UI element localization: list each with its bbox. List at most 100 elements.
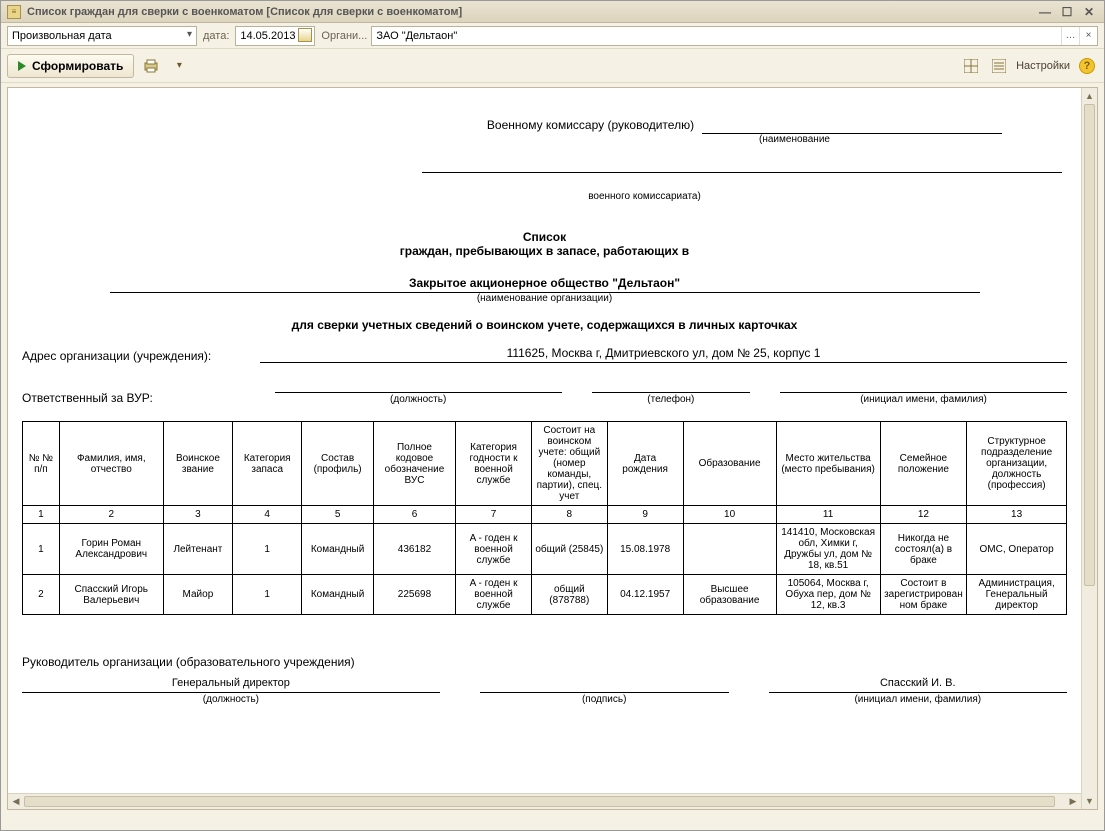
cell: Никогда не состоял(а) в браке [880, 524, 967, 575]
report-area: Военному комиссару (руководителю) (наиме… [7, 87, 1098, 810]
cell: Горин Роман Александрович [59, 524, 163, 575]
addressee-caption-1: (наименование [522, 134, 1067, 145]
close-button[interactable]: ✕ [1080, 4, 1098, 20]
head-signature-label: Руководитель организации (образовательно… [22, 655, 1067, 669]
cell: Командный [302, 524, 373, 575]
col-header: Состав (профиль) [302, 422, 373, 506]
col-number: 4 [233, 506, 302, 524]
org-name-caption: (наименование организации) [22, 293, 1067, 304]
scroll-right-arrow[interactable]: ▶ [1065, 794, 1081, 809]
cell: 1 [233, 524, 302, 575]
generate-button[interactable]: Сформировать [7, 54, 134, 78]
list-title: Список [523, 230, 566, 244]
col-header: Дата рождения [607, 422, 683, 506]
col-number: 12 [880, 506, 967, 524]
grid-icon[interactable] [960, 55, 982, 77]
org-input[interactable]: ЗАО "Дельтаон" … × [371, 26, 1098, 46]
toolbar: Сформировать ▾ Настройки ? [1, 49, 1104, 83]
generate-label: Сформировать [32, 59, 123, 73]
hscroll-thumb[interactable] [24, 796, 1055, 807]
cell: ОМС, Оператор [967, 524, 1067, 575]
col-number: 10 [683, 506, 776, 524]
sig-position-value: Генеральный директор [22, 677, 440, 693]
vertical-scrollbar[interactable]: ▲ ▼ [1081, 88, 1097, 809]
cell: 225698 [373, 575, 455, 615]
horizontal-scrollbar[interactable]: ◀ ▶ [8, 793, 1081, 809]
cell: 1 [233, 575, 302, 615]
col-header: Место жительства (место пребывания) [776, 422, 880, 506]
cell: 436182 [373, 524, 455, 575]
col-header: № № п/п [23, 422, 60, 506]
cell: A - годен к военной службе [456, 575, 532, 615]
col-header: Воинское звание [163, 422, 232, 506]
cell: общий (878788) [531, 575, 607, 615]
cell: Администрация, Генеральный директор [967, 575, 1067, 615]
org-value: ЗАО "Дельтаон" [372, 27, 1061, 45]
play-icon [18, 61, 26, 71]
resp-position-line [275, 379, 562, 393]
print-button[interactable] [140, 55, 162, 77]
date-label: дата: [203, 30, 229, 42]
col-number: 7 [456, 506, 532, 524]
document: Военному комиссару (руководителю) (наиме… [8, 88, 1081, 793]
cell: Высшее образование [683, 575, 776, 615]
scroll-left-arrow[interactable]: ◀ [8, 794, 24, 809]
col-header: Категория запаса [233, 422, 302, 506]
table-row: 1Горин Роман АлександровичЛейтенант1Кома… [23, 524, 1067, 575]
resp-phone-caption: (телефон) [647, 394, 694, 405]
print-more-button[interactable]: ▾ [168, 55, 190, 77]
cell: Майор [163, 575, 232, 615]
scroll-down-arrow[interactable]: ▼ [1082, 793, 1097, 809]
resp-name-line [780, 379, 1067, 393]
cell: Лейтенант [163, 524, 232, 575]
addr-label: Адрес организации (учреждения): [22, 349, 252, 363]
addr-value: 111625, Москва г, Дмитриевского ул, дом … [260, 346, 1067, 363]
date-input[interactable]: 14.05.2013 [235, 26, 315, 46]
cell: Состоит в зарегистрированном браке [880, 575, 967, 615]
titlebar: ≡ Список граждан для сверки с военкомато… [1, 1, 1104, 23]
params-bar: Произвольная дата дата: 14.05.2013 Орган… [1, 23, 1104, 49]
cell: 2 [23, 575, 60, 615]
help-button[interactable]: ? [1076, 55, 1098, 77]
addressee-caption-2: военного комиссариата) [222, 191, 1067, 202]
col-number: 5 [302, 506, 373, 524]
col-header: Семейное положение [880, 422, 967, 506]
cell: общий (25845) [531, 524, 607, 575]
col-number: 9 [607, 506, 683, 524]
scroll-up-arrow[interactable]: ▲ [1082, 88, 1097, 104]
cell: 04.12.1957 [607, 575, 683, 615]
cell: A - годен к военной службе [456, 524, 532, 575]
sig-sign-line [480, 677, 729, 693]
minimize-button[interactable]: — [1036, 4, 1054, 20]
resp-position-caption: (должность) [390, 394, 446, 405]
period-mode-select[interactable]: Произвольная дата [7, 26, 197, 46]
col-header: Фамилия, имя, отчество [59, 422, 163, 506]
resp-label: Ответственный за ВУР: [22, 391, 245, 405]
resp-name-caption: (инициал имени, фамилия) [860, 394, 987, 405]
maximize-button[interactable]: ☐ [1058, 4, 1076, 20]
settings-link[interactable]: Настройки [1016, 60, 1070, 72]
col-header: Структурное подразделение организации, д… [967, 422, 1067, 506]
resp-phone-line [592, 379, 750, 393]
data-table: № № п/пФамилия, имя, отчествоВоинское зв… [22, 421, 1067, 615]
form-icon[interactable] [988, 55, 1010, 77]
sig-name-value: Спасский И. В. [769, 677, 1067, 693]
window-title: Список граждан для сверки с военкоматом … [27, 6, 462, 18]
col-header: Полное кодовое обозначение ВУС [373, 422, 455, 506]
list-subtitle: граждан, пребывающих в запасе, работающи… [400, 244, 689, 258]
cell: Спасский Игорь Валерьевич [59, 575, 163, 615]
sig-position-caption: (должность) [203, 694, 259, 705]
col-number: 1 [23, 506, 60, 524]
cell: 1 [23, 524, 60, 575]
table-number-row: 12345678910111213 [23, 506, 1067, 524]
col-number: 13 [967, 506, 1067, 524]
cell [683, 524, 776, 575]
sig-name-caption: (инициал имени, фамилия) [854, 694, 981, 705]
addressee-underline-2 [422, 159, 1062, 173]
period-mode-value: Произвольная дата [12, 30, 112, 42]
calendar-icon[interactable] [298, 28, 312, 42]
vscroll-thumb[interactable] [1084, 104, 1095, 586]
org-choose-button[interactable]: … [1061, 27, 1079, 45]
org-clear-button[interactable]: × [1079, 27, 1097, 45]
cell: 141410, Московская обл, Химки г, Дружбы … [776, 524, 880, 575]
